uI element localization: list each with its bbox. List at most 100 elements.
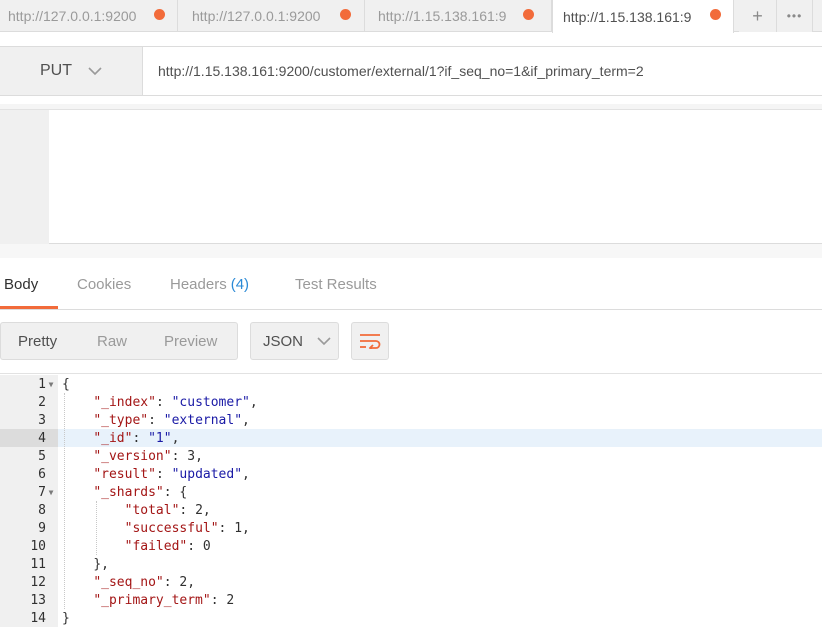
line-number: 1 ▼ [0,375,58,393]
json-key: "_type" [93,412,149,428]
unsaved-dot-icon [154,9,165,20]
code-text: "_shards": { [93,484,188,500]
line-number-text: 3 [38,412,46,428]
json-key: "_version" [93,448,172,464]
json-value: 1 [234,520,243,536]
line-number-text: 2 [38,394,46,410]
json-value: "customer" [171,394,250,410]
chevron-down-icon [317,336,331,345]
line-number-text: 4 [38,430,46,446]
line-number-text: 1 [38,376,46,392]
code-line: 4 "_id": "1", [0,429,822,447]
wrap-lines-button[interactable] [351,322,389,360]
request-body-editor[interactable] [0,110,822,244]
request-tab-2[interactable]: http://127.0.0.1:9200 [178,0,365,32]
preview-button[interactable]: Preview [164,323,217,359]
tab-test-results[interactable]: Test Results [295,258,377,310]
line-number: 6 [0,465,58,483]
pretty-button[interactable]: Pretty [18,323,57,359]
json-value: 3 [187,448,196,464]
line-number-text: 12 [30,574,46,590]
line-number-text: 9 [38,520,46,536]
json-key: "_primary_term" [93,592,211,608]
line-number-text: 8 [38,502,46,518]
tab-cookies-label: Cookies [77,275,132,293]
request-tab-1[interactable]: http://127.0.0.1:9200 [0,0,178,32]
unsaved-dot-icon [523,9,534,20]
line-number-text: 11 [30,556,46,572]
json-key: "successful" [124,520,219,536]
code-line: 10 "failed": 0 [0,537,822,555]
code-text: "result": "updated", [93,466,250,482]
json-key: "failed" [124,538,188,554]
code-text: "successful": 1, [124,520,250,536]
request-tab-3[interactable]: http://1.15.138.161:9 [365,0,552,32]
url-input[interactable]: http://1.15.138.161:9200/customer/extern… [158,47,644,95]
json-value: "external" [163,412,243,428]
pretty-label: Pretty [18,332,58,350]
tab-body[interactable]: Body [4,258,38,310]
format-select[interactable]: JSON [250,322,339,360]
code-text: "_id": "1", [93,430,180,446]
tab-headers-label: Headers [170,275,227,293]
code-line: 12 "_seq_no": 2, [0,573,822,591]
line-number: 4 [0,429,58,447]
json-value: 0 [202,538,211,554]
code-text: "failed": 0 [124,538,211,554]
line-number: 5 [0,447,58,465]
json-value: "updated" [171,466,243,482]
line-number: 2 [0,393,58,411]
method-select[interactable]: PUT [0,47,143,95]
response-body-viewer[interactable]: 1 ▼{2 "_index": "customer", 3 "_type": "ex… [0,373,822,642]
chevron-down-icon [88,66,102,75]
code-line: 11 }, [0,555,822,573]
line-number-text: 10 [30,538,46,554]
json-key: "_shards" [93,484,164,500]
json-value: "1" [148,430,172,446]
code-text: } [62,610,70,626]
code-line: 8 "total": 2, [0,501,822,519]
headers-count-badge: (4) [230,275,250,293]
json-key: "result" [93,466,156,482]
editor-gutter [0,110,49,244]
tab-headers[interactable]: Headers (4) [170,258,249,310]
code-text: "_primary_term": 2 [93,592,235,608]
fold-arrow-icon[interactable]: ▼ [46,380,56,389]
line-number: 14 [0,609,58,627]
code-text: }, [93,556,109,572]
json-key: "_seq_no" [93,574,164,590]
json-value: 2 [179,574,188,590]
tab-test-results-label: Test Results [295,275,377,293]
code-text: "_index": "customer", [93,394,258,410]
code-line: 3 "_type": "external", [0,411,822,429]
code-text: "_version": 3, [93,448,203,464]
json-key: "_index" [93,394,156,410]
indent-guide [64,393,65,609]
code-line: 5 "_version": 3, [0,447,822,465]
json-value: 2 [226,592,235,608]
code-line: 14} [0,609,822,627]
unsaved-dot-icon [340,9,351,20]
request-tab-label: http://1.15.138.161:9 [563,8,692,25]
code-line: 13 "_primary_term": 2 [0,591,822,609]
active-tab-indicator [0,306,58,309]
request-tab-4-active[interactable]: http://1.15.138.161:9 [552,0,734,33]
unsaved-dot-icon [710,9,721,20]
fold-arrow-icon[interactable]: ▼ [46,488,56,497]
code-text: "_seq_no": 2, [93,574,196,590]
url-text: http://1.15.138.161:9200/customer/extern… [158,63,644,79]
code-line: 9 "successful": 1, [0,519,822,537]
tab-body-label: Body [4,275,39,293]
request-tab-label: http://127.0.0.1:9200 [192,8,321,24]
tab-cookies[interactable]: Cookies [77,258,131,310]
raw-label: Raw [97,332,128,350]
tab-strip: http://127.0.0.1:9200 http://127.0.0.1:9… [0,0,822,33]
line-number: 7 ▼ [0,483,58,501]
response-tabs: Body Cookies Headers (4) Test Results [0,258,822,310]
pane-resize-handle[interactable] [0,244,822,258]
raw-button[interactable]: Raw [97,323,127,359]
line-number: 13 [0,591,58,609]
tab-options-button[interactable]: ••• [777,0,813,32]
new-tab-button[interactable]: + [739,0,777,32]
plus-icon: + [752,5,763,26]
